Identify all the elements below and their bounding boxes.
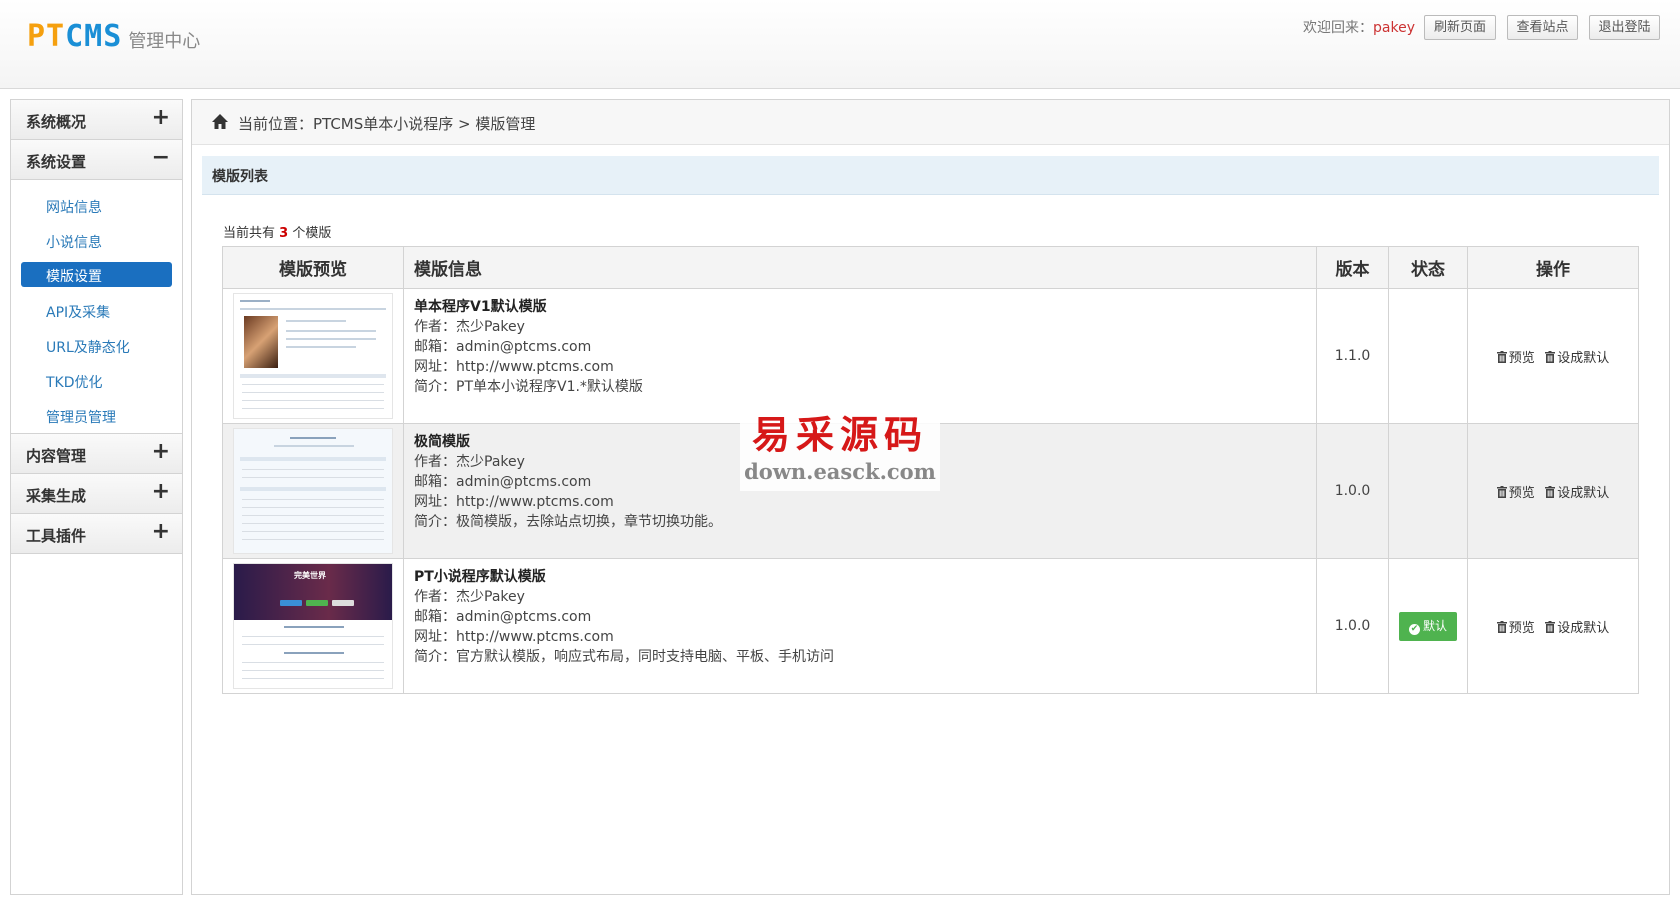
main-content: 当前位置：PTCMS单本小说程序 > 模版管理 模版列表 当前共有 3 个模版 …: [191, 99, 1670, 895]
sidebar-item-url-static[interactable]: URL及静态化: [11, 329, 182, 364]
table-header-row: 模版预览 模版信息 版本 状态 操作: [222, 246, 1639, 289]
top-header: PTCMS 管理中心 欢迎回来：pakey 刷新页面 查看站点 退出登陆: [0, 0, 1680, 89]
col-version: 版本: [1316, 246, 1389, 289]
breadcrumb-text: 当前位置：PTCMS单本小说程序 > 模版管理: [238, 115, 536, 133]
col-actions: 操作: [1467, 246, 1639, 289]
plus-icon: +: [151, 439, 170, 464]
minus-icon: −: [151, 145, 170, 170]
template-count: 当前共有 3 个模版: [223, 226, 332, 241]
nav-group-system-settings[interactable]: 系统设置 −: [11, 140, 182, 180]
table-row: 完美世界 PT小说程序默认模版 作者：杰少Pakey 邮箱：admin@ptcm…: [222, 558, 1639, 694]
trash-icon: [1545, 485, 1556, 498]
set-default-button[interactable]: 设成默认: [1545, 347, 1609, 366]
template-url: 网址：http://www.ptcms.com: [414, 494, 614, 510]
refresh-page-button[interactable]: 刷新页面: [1424, 15, 1496, 40]
template-email: 邮箱：admin@ptcms.com: [414, 339, 592, 355]
trash-icon: [1545, 350, 1556, 363]
watermark-text: 易采源码: [751, 412, 928, 457]
template-author: 作者：杰少Pakey: [414, 589, 525, 605]
template-thumbnail[interactable]: [233, 293, 393, 419]
logo-subtitle: 管理中心: [128, 31, 201, 52]
sidebar-item-admin-manage[interactable]: 管理员管理: [11, 399, 182, 434]
plus-icon: +: [151, 479, 170, 504]
default-status-badge: ✔ 默认: [1399, 611, 1457, 641]
panel-title: 模版列表: [202, 156, 1659, 195]
username: pakey: [1373, 20, 1415, 36]
logo: PTCMS 管理中心: [27, 19, 201, 54]
preview-button[interactable]: 预览: [1496, 482, 1535, 501]
template-version: 1.0.0: [1316, 423, 1389, 559]
sidebar-item-template-settings[interactable]: 模版设置: [11, 259, 182, 294]
trash-icon: [1496, 485, 1507, 498]
sidebar-item-api-collect[interactable]: API及采集: [11, 294, 182, 329]
nav-group-tools-plugins[interactable]: 工具插件 +: [11, 514, 182, 554]
home-icon[interactable]: [211, 113, 229, 131]
template-thumbnail[interactable]: 完美世界: [233, 563, 393, 689]
template-desc: 简介：PT单本小说程序V1.*默认模版: [414, 379, 643, 395]
template-url: 网址：http://www.ptcms.com: [414, 629, 614, 645]
breadcrumb: 当前位置：PTCMS单本小说程序 > 模版管理: [192, 100, 1669, 145]
template-version: 1.0.0: [1316, 558, 1389, 694]
set-default-button[interactable]: 设成默认: [1545, 482, 1609, 501]
trash-icon: [1496, 620, 1507, 633]
template-desc: 简介：官方默认模版，响应式布局，同时支持电脑、平板、手机访问: [414, 649, 834, 665]
preview-button[interactable]: 预览: [1496, 617, 1535, 636]
table-row: 单本程序V1默认模版 作者：杰少Pakey 邮箱：admin@ptcms.com…: [222, 288, 1639, 424]
template-author: 作者：杰少Pakey: [414, 319, 525, 335]
template-thumbnail[interactable]: [233, 428, 393, 554]
template-status: [1388, 288, 1468, 424]
template-status: [1388, 423, 1468, 559]
trash-icon: [1496, 350, 1507, 363]
view-site-button[interactable]: 查看站点: [1507, 15, 1578, 40]
trash-icon: [1545, 620, 1556, 633]
sidebar: 系统概况 + 系统设置 − 网站信息 小说信息 模版设置 API及采集 URL及…: [10, 99, 183, 895]
set-default-button[interactable]: 设成默认: [1545, 617, 1609, 636]
template-url: 网址：http://www.ptcms.com: [414, 359, 614, 375]
sidebar-item-tkd[interactable]: TKD优化: [11, 364, 182, 399]
template-version: 1.1.0: [1316, 288, 1389, 424]
logout-button[interactable]: 退出登陆: [1589, 15, 1660, 40]
nav-group-collect-generate[interactable]: 采集生成 +: [11, 474, 182, 514]
template-name: PT小说程序默认模版: [414, 569, 546, 585]
watermark-url: down.easck.com: [744, 459, 936, 484]
plus-icon: +: [151, 519, 170, 544]
col-preview: 模版预览: [222, 246, 404, 289]
template-name: 单本程序V1默认模版: [414, 299, 547, 315]
system-settings-submenu: 网站信息 小说信息 模版设置 API及采集 URL及静态化 TKD优化 管理员管…: [11, 180, 182, 434]
nav-group-system-overview[interactable]: 系统概况 +: [11, 100, 182, 140]
sidebar-item-site-info[interactable]: 网站信息: [11, 189, 182, 224]
welcome-text: 欢迎回来：pakey: [1303, 20, 1415, 36]
preview-button[interactable]: 预览: [1496, 347, 1535, 366]
nav-group-content-manage[interactable]: 内容管理 +: [11, 434, 182, 474]
check-circle-icon: ✔: [1408, 623, 1420, 635]
template-email: 邮箱：admin@ptcms.com: [414, 609, 592, 625]
col-info: 模版信息: [403, 246, 1317, 289]
watermark: 易采源码 down.easck.com: [740, 411, 940, 491]
logo-mark: PTCMS: [27, 19, 123, 54]
template-desc: 简介：极简模版，去除站点切换，章节切换功能。: [414, 514, 722, 530]
col-status: 状态: [1388, 246, 1468, 289]
sidebar-item-novel-info[interactable]: 小说信息: [11, 224, 182, 259]
plus-icon: +: [151, 105, 170, 130]
